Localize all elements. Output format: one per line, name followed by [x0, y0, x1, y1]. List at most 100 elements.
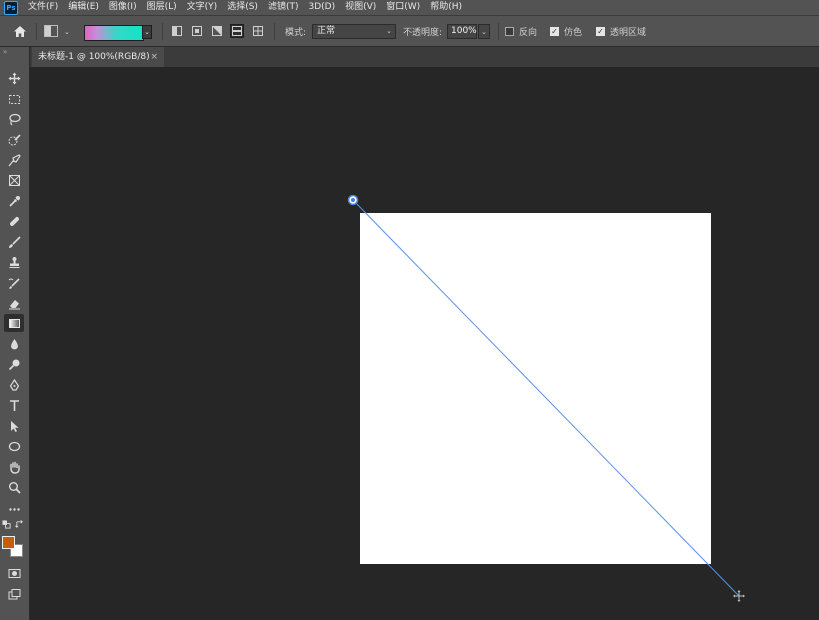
pen-tool[interactable]	[4, 376, 24, 394]
opacity-label: 不透明度:	[403, 28, 443, 38]
gradient-picker-chevron-icon[interactable]: ⌄	[142, 25, 152, 39]
transparency-label: 透明区域	[610, 28, 647, 38]
canvas-workspace[interactable]	[30, 67, 819, 620]
clone-stamp-tool[interactable]	[4, 253, 24, 271]
transparency-checkbox[interactable]: ✓	[596, 27, 605, 36]
arrow-pointer-icon	[10, 420, 18, 432]
diamond-gradient-button[interactable]	[251, 24, 265, 38]
photoshop-logo: Ps	[4, 0, 18, 15]
reverse-label: 反向	[519, 28, 538, 38]
frame-icon	[8, 174, 20, 186]
gradient-icon	[8, 318, 20, 328]
quick-selection-icon	[8, 133, 21, 145]
diamond-gradient-icon	[253, 26, 263, 36]
eraser-tool[interactable]	[4, 294, 24, 312]
menu-layer[interactable]: 图层(L)	[147, 0, 177, 15]
healing-brush-tool[interactable]	[4, 212, 24, 230]
options-bar: ⌄ ⌄ 模式: 正常 ⌄ 不透明度: 100% ⌄ 反向 ✓ 仿色 ✓ 透明区域	[0, 15, 819, 47]
path-selection-tool[interactable]	[4, 417, 24, 435]
gradient-editor-swatch[interactable]	[84, 25, 144, 41]
options-separator	[36, 23, 37, 40]
opacity-chevron-icon[interactable]: ⌄	[478, 24, 490, 39]
menu-image[interactable]: 图像(I)	[109, 0, 137, 15]
foreground-color-swatch[interactable]	[2, 536, 15, 549]
menu-file[interactable]: 文件(F)	[28, 0, 58, 15]
opacity-input[interactable]: 100%	[447, 24, 477, 39]
preset-chevron-icon[interactable]: ⌄	[64, 16, 70, 47]
reflected-gradient-button[interactable]	[230, 24, 244, 38]
screen-mode-icon	[8, 588, 20, 599]
radial-gradient-button[interactable]	[190, 24, 204, 38]
menu-filter[interactable]: 滤镜(T)	[268, 0, 299, 15]
linear-gradient-icon	[172, 26, 182, 36]
frame-tool[interactable]	[4, 171, 24, 189]
menu-select[interactable]: 选择(S)	[227, 0, 258, 15]
menu-view[interactable]: 视图(V)	[345, 0, 376, 15]
options-separator	[162, 23, 163, 40]
magnifier-icon	[8, 481, 21, 494]
gradient-tool[interactable]	[4, 314, 24, 332]
home-button[interactable]	[10, 16, 30, 47]
quick-mask-icon	[8, 568, 20, 578]
lasso-tool[interactable]	[4, 110, 24, 128]
chevron-down-icon: ⌄	[386, 27, 392, 35]
menu-window[interactable]: 窗口(W)	[386, 0, 420, 15]
pen-nib-icon	[8, 153, 21, 166]
reflected-gradient-icon	[232, 26, 242, 36]
angle-gradient-icon	[212, 26, 222, 36]
history-brush-icon	[8, 277, 20, 289]
edit-toolbar-button[interactable]	[4, 500, 24, 518]
drop-icon	[10, 338, 18, 349]
zoom-tool[interactable]	[4, 478, 24, 496]
lasso-icon	[8, 113, 21, 125]
document-tab-strip: 未标题-1 @ 100%(RGB/8) ×	[30, 47, 819, 67]
hand-tool[interactable]	[4, 458, 24, 476]
swap-arrows-icon	[14, 519, 23, 528]
crop-tool[interactable]	[4, 151, 24, 169]
document-tab[interactable]: 未标题-1 @ 100%(RGB/8) ×	[32, 47, 164, 67]
rectangular-marquee-icon	[8, 94, 20, 104]
linear-gradient-button[interactable]	[170, 24, 184, 38]
reverse-checkbox[interactable]	[505, 27, 514, 36]
tools-panel: »	[0, 47, 30, 620]
dodge-icon	[8, 359, 19, 370]
collapse-arrows-icon[interactable]: »	[3, 48, 7, 56]
quick-selection-tool[interactable]	[4, 131, 24, 149]
dodge-tool[interactable]	[4, 355, 24, 373]
document-canvas[interactable]	[360, 213, 711, 564]
brush-icon	[8, 235, 21, 248]
ellipse-tool[interactable]	[4, 437, 24, 455]
menu-edit[interactable]: 编辑(E)	[68, 0, 99, 15]
bandage-icon	[9, 216, 19, 226]
dither-checkbox[interactable]: ✓	[550, 27, 559, 36]
move-icon	[8, 72, 20, 84]
hand-icon	[9, 461, 20, 474]
history-brush-tool[interactable]	[4, 274, 24, 292]
type-tool[interactable]	[4, 396, 24, 414]
menu-help[interactable]: 帮助(H)	[430, 0, 462, 15]
marquee-tool[interactable]	[4, 90, 24, 108]
document-tab-title: 未标题-1 @ 100%(RGB/8)	[38, 52, 150, 62]
angle-gradient-button[interactable]	[210, 24, 224, 38]
quick-mask-button[interactable]	[4, 564, 24, 582]
stamp-icon	[9, 256, 19, 268]
menu-3d[interactable]: 3D(D)	[308, 0, 335, 15]
eyedropper-tool[interactable]	[4, 192, 24, 210]
close-icon[interactable]: ×	[150, 47, 158, 67]
menu-bar: Ps 文件(F) 编辑(E) 图像(I) 图层(L) 文字(Y) 选择(S) 滤…	[0, 0, 819, 15]
options-separator	[498, 23, 499, 40]
eraser-icon	[8, 299, 20, 309]
more-dots-icon	[8, 507, 20, 511]
blur-tool[interactable]	[4, 335, 24, 353]
move-tool[interactable]	[4, 69, 24, 87]
type-t-icon	[9, 399, 19, 411]
dither-label: 仿色	[564, 28, 583, 38]
screen-mode-button[interactable]	[4, 585, 24, 603]
default-colors-button[interactable]	[1, 519, 11, 529]
tool-preset-picker[interactable]	[44, 25, 58, 37]
brush-tool[interactable]	[4, 233, 24, 251]
ellipse-icon	[8, 441, 20, 451]
swap-colors-button[interactable]	[14, 519, 24, 529]
mode-dropdown[interactable]: 正常 ⌄	[312, 24, 396, 39]
menu-type[interactable]: 文字(Y)	[187, 0, 218, 15]
